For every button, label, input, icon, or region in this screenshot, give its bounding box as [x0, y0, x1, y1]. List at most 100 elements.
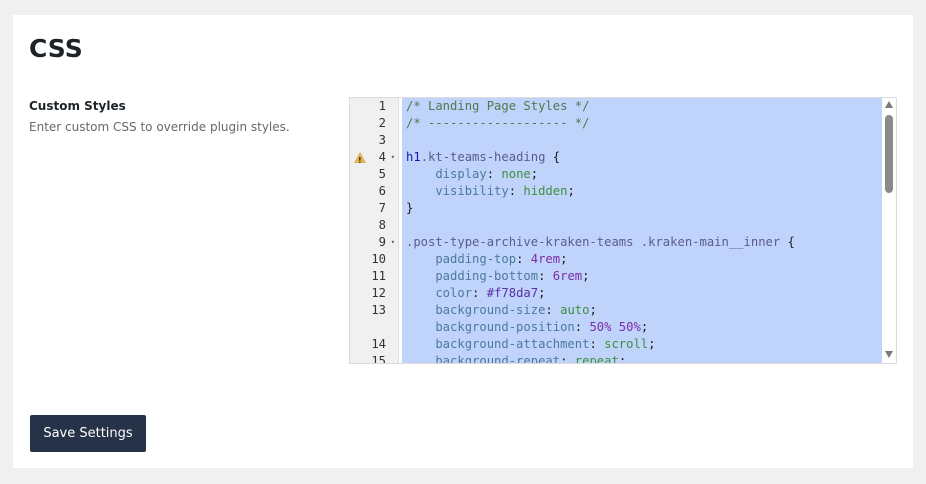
code-token: auto: [560, 303, 590, 317]
code-token: ;: [582, 269, 590, 283]
code-token: ;: [618, 354, 627, 364]
fold-arrow-icon[interactable]: ▾: [391, 234, 395, 251]
code-text-area[interactable]: /* Landing Page Styles */ /* ------------…: [402, 98, 882, 363]
code-line[interactable]: display: none;: [406, 166, 538, 183]
code-line[interactable]: background-attachment: scroll;: [406, 336, 656, 353]
line-number: 5: [378, 167, 386, 181]
code-token: background-repeat: [406, 354, 561, 364]
code-token: ;: [538, 286, 546, 300]
gutter-line: 14: [350, 336, 398, 353]
code-token: 50% 50%: [589, 320, 641, 334]
code-token: :: [486, 167, 502, 181]
line-number: 1: [378, 99, 386, 113]
scroll-up-arrow-icon[interactable]: [885, 101, 893, 108]
line-number: 10: [371, 252, 386, 266]
page-title: CSS: [29, 34, 83, 63]
gutter-line: 15: [350, 353, 398, 364]
code-token: :: [545, 303, 561, 317]
code-token: :: [538, 269, 553, 283]
code-token: padding-bottom: [406, 269, 539, 283]
code-token: {: [545, 150, 561, 164]
gutter-line: 11: [350, 268, 398, 285]
code-token: color: [406, 286, 473, 300]
gutter-line: 10: [350, 251, 398, 268]
line-number: 15: [371, 354, 386, 364]
editor-scrollbar[interactable]: [883, 97, 896, 362]
code-token: .kt-teams-heading: [420, 150, 546, 164]
line-number: 9: [378, 235, 386, 249]
css-code-editor[interactable]: 1234▾56789▾101112131415 /* Landing Page …: [349, 97, 897, 364]
line-number: 6: [378, 184, 386, 198]
settings-panel: CSS Custom Styles Enter custom CSS to ov…: [13, 15, 913, 468]
line-number: 11: [371, 269, 386, 283]
code-token: repeat: [574, 354, 619, 364]
code-token: 4rem: [530, 252, 561, 266]
code-line[interactable]: color: #f78da7;: [406, 285, 545, 302]
code-token: background-size: [406, 303, 546, 317]
line-number: 7: [378, 201, 386, 215]
gutter-line: 1: [350, 98, 398, 115]
warning-icon[interactable]: [354, 152, 366, 169]
code-token: {: [780, 235, 795, 249]
code-token: #f78da7: [486, 286, 539, 300]
line-number: 13: [371, 303, 386, 317]
code-token: none: [501, 167, 531, 181]
code-token: :: [560, 354, 575, 364]
code-token: padding-top: [406, 252, 517, 266]
gutter-line: [350, 319, 398, 336]
code-token: :: [589, 337, 605, 351]
code-line[interactable]: /* Landing Page Styles */: [406, 98, 589, 115]
code-line[interactable]: /* ------------------- */: [406, 115, 589, 132]
code-token: ;: [567, 184, 575, 198]
gutter-line: 5: [350, 166, 398, 183]
code-token: hidden: [523, 184, 568, 198]
line-number: 14: [371, 337, 386, 351]
gutter-line: 6: [350, 183, 398, 200]
code-token: .post-type-archive-kraken-teams .kraken-…: [406, 235, 781, 249]
custom-styles-label: Custom Styles: [29, 99, 126, 113]
gutter-line: 9 ▾: [350, 234, 398, 251]
code-token: background-position: [406, 320, 575, 334]
code-token: ;: [640, 320, 649, 334]
code-token: :: [574, 320, 590, 334]
code-token: /* Landing Page Styles */: [406, 99, 590, 113]
code-line[interactable]: background-position: 50% 50%;: [406, 319, 648, 336]
fold-arrow-icon[interactable]: ▾: [391, 149, 395, 166]
gutter-line: 7: [350, 200, 398, 217]
code-token: visibility: [406, 184, 509, 198]
code-line[interactable]: h1.kt-teams-heading {: [406, 149, 560, 166]
code-token: :: [516, 252, 531, 266]
code-line[interactable]: background-size: auto;: [406, 302, 597, 319]
code-line[interactable]: }: [406, 200, 413, 217]
code-token: ;: [648, 337, 656, 351]
line-number: 8: [378, 218, 386, 232]
line-number-gutter: 1234▾56789▾101112131415: [350, 98, 399, 363]
code-token: :: [508, 184, 524, 198]
code-line[interactable]: padding-top: 4rem;: [406, 251, 567, 268]
code-line[interactable]: background-repeat: repeat;: [406, 353, 627, 364]
line-number: 12: [371, 286, 386, 300]
gutter-line: 4▾: [350, 149, 398, 169]
code-token: background-attachment: [406, 337, 590, 351]
code-token: h1: [406, 150, 421, 164]
code-token: ;: [560, 252, 568, 266]
line-number: 2: [378, 116, 386, 130]
scroll-down-arrow-icon[interactable]: [885, 351, 893, 358]
code-token: }: [406, 201, 414, 215]
code-token: display: [406, 167, 487, 181]
code-token: ;: [530, 167, 539, 181]
scrollbar-thumb[interactable]: [885, 115, 893, 193]
code-token: 6rem: [552, 269, 583, 283]
save-settings-button[interactable]: Save Settings: [30, 415, 146, 452]
code-token: ;: [589, 303, 597, 317]
code-token: scroll: [604, 337, 649, 351]
custom-styles-description: Enter custom CSS to override plugin styl…: [29, 120, 290, 134]
code-line[interactable]: padding-bottom: 6rem;: [406, 268, 589, 285]
code-token: :: [472, 286, 487, 300]
code-line[interactable]: .post-type-archive-kraken-teams .kraken-…: [406, 234, 795, 251]
gutter-line: 13: [350, 302, 398, 319]
line-number: 3: [378, 133, 386, 147]
gutter-line: 8: [350, 217, 398, 234]
code-line[interactable]: visibility: hidden;: [406, 183, 575, 200]
code-token: /* ------------------- */: [406, 116, 590, 130]
